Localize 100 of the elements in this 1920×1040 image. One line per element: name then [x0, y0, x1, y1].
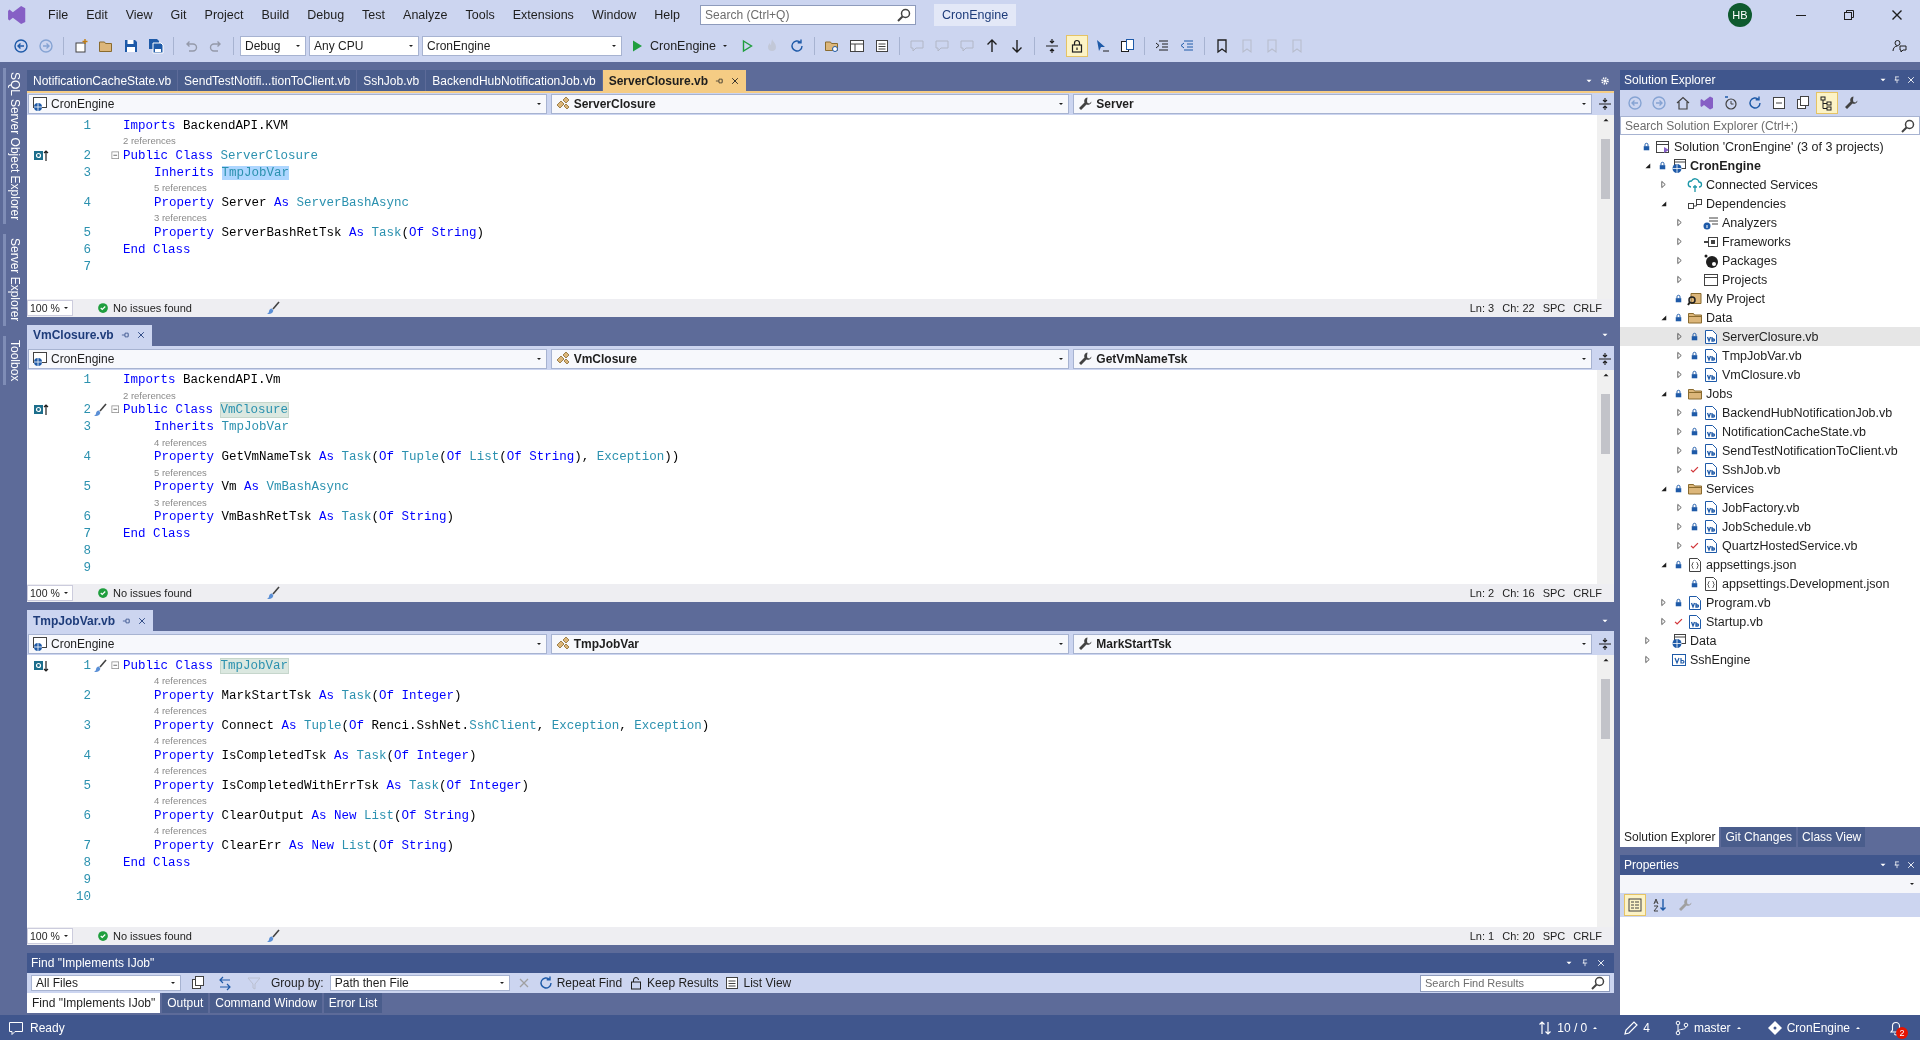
- scope-dropdown[interactable]: All Files: [31, 975, 181, 991]
- tree-item[interactable]: Startup.vb: [1620, 612, 1920, 631]
- member-dropdown[interactable]: GetVmNameTsk: [1073, 348, 1592, 369]
- tree-item[interactable]: QuartzHostedService.vb: [1620, 536, 1920, 555]
- tree-item[interactable]: appsettings.Development.json: [1620, 574, 1920, 593]
- panel-tab[interactable]: Error List: [323, 993, 383, 1013]
- menu-item[interactable]: Project: [196, 4, 252, 26]
- zoom-dropdown[interactable]: 100 %: [27, 928, 73, 944]
- document-tab[interactable]: TmpJobVar.vb: [27, 610, 154, 632]
- search-field[interactable]: Search Solution Explorer (Ctrl+;): [1620, 116, 1920, 135]
- tree-item[interactable]: Projects: [1620, 270, 1920, 289]
- zoom-dropdown[interactable]: 100 %: [27, 585, 73, 602]
- tree-item[interactable]: TmpJobVar.vb: [1620, 346, 1920, 365]
- project-dropdown[interactable]: CronEngine: [28, 348, 547, 369]
- quick-action-brush-icon[interactable]: [92, 657, 108, 674]
- code-cleanup-icon[interactable]: [265, 585, 281, 602]
- tree-item[interactable]: BackendHubNotificationJob.vb: [1620, 403, 1920, 422]
- menu-item[interactable]: Analyze: [395, 4, 456, 26]
- tree-item[interactable]: SshJob.vb: [1620, 460, 1920, 479]
- issues-status[interactable]: No issues found: [113, 930, 192, 942]
- tree-item[interactable]: My Project: [1620, 289, 1920, 308]
- codelens-references[interactable]: 4 references: [154, 765, 207, 777]
- menu-item[interactable]: Debug: [299, 4, 353, 26]
- tree-item[interactable]: Analyzers: [1620, 213, 1920, 232]
- repository-status[interactable]: CronEngine: [1766, 1019, 1862, 1036]
- menu-item[interactable]: Test: [354, 4, 394, 26]
- categorized-button[interactable]: [1624, 894, 1646, 916]
- quick-action-brush-icon[interactable]: [92, 402, 108, 419]
- whitespace-indicator[interactable]: SPC: [1542, 587, 1566, 600]
- document-tab[interactable]: VmClosure.vb: [27, 324, 152, 346]
- list-view-button[interactable]: List View: [724, 975, 792, 991]
- tree-item[interactable]: SshEngine: [1620, 650, 1920, 669]
- line-ending-indicator[interactable]: CRLF: [1573, 930, 1602, 942]
- pin-icon[interactable]: [119, 330, 130, 341]
- side-tab[interactable]: SQL Server Object Explorer: [3, 68, 24, 225]
- search-field[interactable]: Search (Ctrl+Q): [700, 5, 917, 25]
- tree-item[interactable]: Services: [1620, 479, 1920, 498]
- scrollbar[interactable]: [1597, 115, 1614, 299]
- platform-dropdown[interactable]: Any CPU: [309, 36, 419, 56]
- close-icon[interactable]: [137, 615, 148, 626]
- codelens-references[interactable]: 4 references: [154, 675, 207, 687]
- tree-item[interactable]: SendTestNotificationToClient.vb: [1620, 441, 1920, 460]
- tree-item[interactable]: Jobs: [1620, 384, 1920, 403]
- scrollbar[interactable]: [1597, 369, 1614, 585]
- project-dropdown[interactable]: CronEngine: [28, 94, 547, 114]
- codelens-references[interactable]: 4 references: [154, 705, 207, 717]
- codelens-references[interactable]: 4 references: [154, 825, 207, 837]
- document-tab[interactable]: BackendHubNotificationJob.vb: [426, 70, 602, 91]
- group-by-dropdown[interactable]: Path then File: [329, 975, 510, 991]
- codelens-references[interactable]: 4 references: [154, 795, 207, 807]
- settings-icon[interactable]: [1600, 75, 1610, 86]
- panel-tab[interactable]: Class View: [1798, 827, 1866, 847]
- code-cleanup-icon[interactable]: [265, 928, 281, 944]
- panel-tab[interactable]: Output: [162, 993, 209, 1013]
- changes-status[interactable]: 4: [1623, 1019, 1650, 1036]
- tree-item[interactable]: Data: [1620, 631, 1920, 650]
- pin-icon[interactable]: [1892, 860, 1902, 870]
- tree-item[interactable]: Solution 'CronEngine' (3 of 3 projects): [1620, 137, 1920, 156]
- tree-item[interactable]: VmClosure.vb: [1620, 365, 1920, 384]
- tree-item[interactable]: NotificationCacheState.vb: [1620, 422, 1920, 441]
- type-dropdown[interactable]: ServerClosure: [550, 94, 1070, 114]
- collapse-icon[interactable]: [110, 659, 122, 672]
- close-icon[interactable]: [1906, 75, 1916, 85]
- document-tab[interactable]: ServerClosure.vb: [602, 70, 747, 91]
- codelens-references[interactable]: 2 references: [123, 389, 176, 401]
- tree-item[interactable]: Data: [1620, 308, 1920, 327]
- line-ending-indicator[interactable]: CRLF: [1573, 301, 1602, 314]
- whitespace-indicator[interactable]: SPC: [1542, 301, 1566, 314]
- codelens-references[interactable]: 5 references: [154, 466, 207, 478]
- tree-item[interactable]: JobSchedule.vb: [1620, 517, 1920, 536]
- run-button[interactable]: CronEngine: [625, 35, 733, 57]
- close-icon[interactable]: [730, 75, 741, 86]
- line-ending-indicator[interactable]: CRLF: [1573, 587, 1602, 600]
- codelens-references[interactable]: 5 references: [154, 182, 207, 193]
- codelens-references[interactable]: 4 references: [154, 735, 207, 747]
- account-avatar[interactable]: HB: [1728, 3, 1752, 27]
- minimize-icon[interactable]: [1796, 14, 1806, 16]
- side-tab[interactable]: Server Explorer: [3, 234, 24, 326]
- menu-item[interactable]: Git: [162, 4, 195, 26]
- search-field[interactable]: Search Find Results: [1420, 974, 1610, 992]
- tree-item[interactable]: Connected Services: [1620, 175, 1920, 194]
- pin-icon[interactable]: [1892, 75, 1902, 85]
- close-icon[interactable]: [1906, 860, 1916, 870]
- code-cleanup-icon[interactable]: [265, 299, 281, 316]
- scrollbar[interactable]: [1597, 655, 1614, 927]
- repeat-find-button[interactable]: Repeat Find: [537, 975, 623, 991]
- restore-icon[interactable]: [1841, 7, 1857, 23]
- document-tab[interactable]: SendTestNotifi...tionToClient.vb: [178, 70, 357, 91]
- scrollbar-thumb[interactable]: [1601, 679, 1610, 740]
- lock-button[interactable]: [1066, 35, 1088, 57]
- keep-results-button[interactable]: Keep Results: [628, 975, 719, 991]
- pin-icon[interactable]: [121, 615, 132, 626]
- whitespace-indicator[interactable]: SPC: [1542, 930, 1566, 942]
- scrollbar-thumb[interactable]: [1601, 393, 1610, 454]
- codelens-references[interactable]: 3 references: [154, 496, 207, 508]
- menu-item[interactable]: Extensions: [504, 4, 582, 26]
- branch-status[interactable]: master: [1673, 1019, 1743, 1036]
- tree-item[interactable]: Program.vb: [1620, 593, 1920, 612]
- close-icon[interactable]: [1596, 958, 1606, 968]
- menu-item[interactable]: View: [117, 4, 161, 26]
